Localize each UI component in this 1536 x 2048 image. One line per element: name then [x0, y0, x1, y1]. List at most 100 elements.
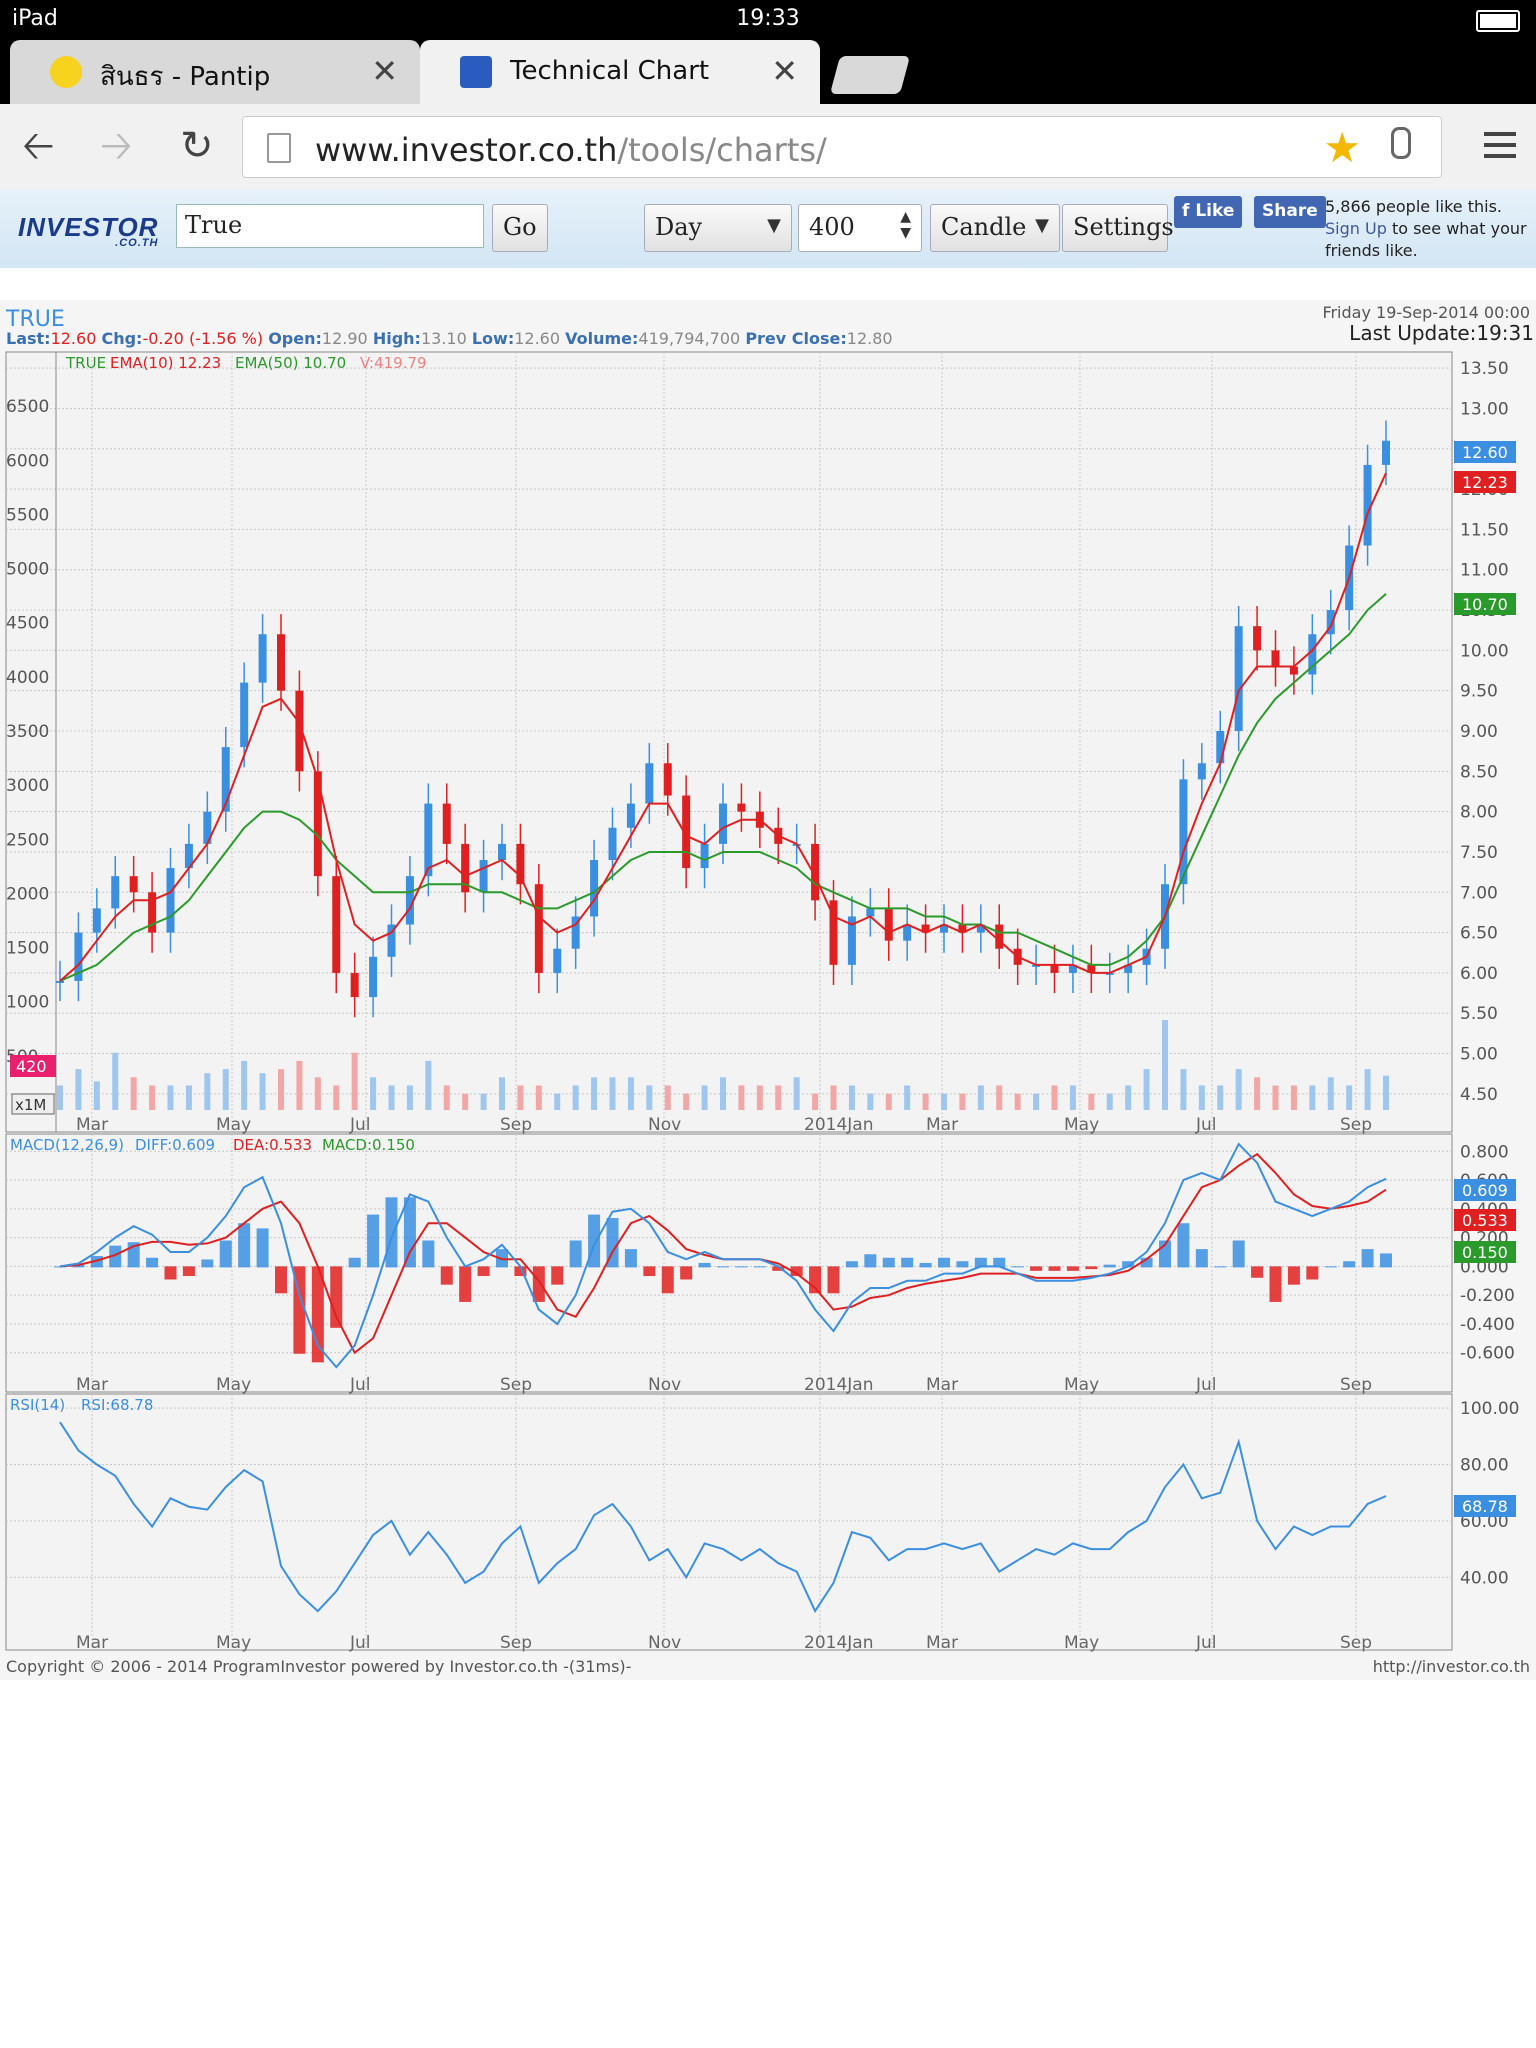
y-tick-label: 80.00 [1460, 1455, 1509, 1475]
go-button[interactable]: Go [492, 204, 548, 252]
candle-body [608, 827, 617, 861]
volume-bar [314, 1077, 321, 1110]
x-tick-label: Mar [926, 1633, 958, 1653]
macd-histogram-bar [164, 1266, 177, 1280]
x-tick-label: Sep [1340, 1633, 1372, 1653]
macd-histogram-bar [1177, 1223, 1190, 1268]
macd-panel[interactable]: Mar May Jul Sep Nov 2014Jan Mar May Jul Sep 0.800 0… [5, 1133, 1516, 1395]
volume-bar [296, 1060, 303, 1110]
reload-icon[interactable]: ↻ [180, 122, 214, 170]
footer-url[interactable]: http://investor.co.th [1373, 1657, 1530, 1676]
volume-bar [738, 1085, 745, 1110]
tab-pantip[interactable]: สินธร - Pantip ✕ [10, 40, 420, 104]
legend-entry: MACD:0.150 [322, 1136, 415, 1154]
y-tick-label: 4.50 [1460, 1085, 1498, 1105]
y-tick-label: 0.800 [1460, 1142, 1509, 1162]
y-tick-label: 8.50 [1460, 762, 1498, 782]
dropdown-arrow-icon: ▼ [1035, 215, 1049, 236]
candle-body [1197, 763, 1206, 780]
volume-bar [1383, 1075, 1389, 1110]
volume-tick-label: 3000 [6, 776, 49, 796]
volume-bar [204, 1073, 211, 1110]
chart-svg[interactable]: TRUE Last:12.60 Chg:-0.20 (-1.56 %) Open… [0, 300, 1536, 1680]
macd-histogram-bar [477, 1266, 490, 1277]
legend-entry: RSI(14) [10, 1396, 65, 1414]
bars-stepper[interactable]: 400 ▲ ▼ [798, 204, 922, 252]
x-tick-label: Sep [500, 1375, 532, 1395]
volume-bar [554, 1093, 561, 1110]
facebook-like-button[interactable]: f Like [1174, 196, 1243, 228]
symbol-input[interactable]: True [176, 204, 484, 248]
y-tick-label: 40.00 [1460, 1568, 1509, 1588]
macd-histogram-bar [1214, 1266, 1227, 1268]
x-tick-label: Jul [1195, 1375, 1217, 1395]
tab-technical-chart[interactable]: Technical Chart ✕ [420, 40, 820, 104]
close-tab-icon[interactable]: ✕ [771, 52, 798, 90]
candle-body [313, 771, 322, 877]
volume-bar [830, 1085, 837, 1110]
volume-bar [57, 1085, 63, 1110]
period-select[interactable]: Day ▼ [644, 204, 792, 252]
x-tick-label: May [1064, 1115, 1099, 1135]
price-panel[interactable]: Mar May Jul Sep Nov 2014Jan Mar May Jul Sep 13.50 1… [5, 351, 1516, 1135]
last-update: Last Update:19:31 [1349, 321, 1534, 345]
url-text[interactable]: www.investor.co.th/tools/charts/ [315, 131, 827, 169]
legend-entry: MACD(12,26,9) [10, 1136, 124, 1154]
facebook-signup-link[interactable]: Sign Up [1325, 219, 1387, 238]
panel-frame [5, 1393, 1453, 1651]
volume-tick-label: 2000 [6, 884, 49, 904]
close-tab-icon[interactable]: ✕ [371, 52, 398, 90]
x-tick-label: 2014Jan [804, 1115, 873, 1135]
volume-bar [1180, 1069, 1187, 1110]
candle-body [332, 876, 341, 973]
macd-histogram-bar [661, 1266, 674, 1294]
volume-bar [591, 1077, 598, 1110]
x-tick-label: Nov [648, 1375, 681, 1395]
volume-bar [1272, 1085, 1279, 1110]
rsi-panel[interactable]: Mar May Jul Sep Nov 2014Jan Mar May Jul Sep 100.00… [5, 1393, 1519, 1653]
candle-body [1382, 440, 1390, 465]
volume-bar [167, 1085, 174, 1110]
bookmark-star-icon[interactable]: ★ [1323, 123, 1361, 172]
stepper-arrows-icon[interactable]: ▲ ▼ [900, 209, 911, 241]
facebook-share-button[interactable]: Share [1254, 196, 1326, 228]
x-tick-label: Sep [500, 1633, 532, 1653]
candle-body [719, 803, 727, 844]
volume-bar [646, 1085, 653, 1110]
x-tick-label: May [1064, 1633, 1099, 1653]
candle-body [56, 980, 64, 983]
volume-bar [333, 1085, 340, 1110]
new-tab-button[interactable] [829, 56, 911, 94]
volume-tick-label: 6000 [6, 451, 49, 471]
investor-logo[interactable]: INVESTOR .CO.TH [18, 212, 158, 249]
candle-body [240, 682, 249, 748]
candle-body [1050, 964, 1059, 973]
macd-histogram-bar [1306, 1266, 1319, 1280]
macd-histogram-bar [643, 1266, 656, 1277]
legend-entry: EMA(10) 12.23 [110, 354, 221, 372]
macd-histogram-bar [1380, 1253, 1392, 1268]
legend-entry: RSI:68.78 [81, 1396, 153, 1414]
macd-histogram-bar [256, 1228, 269, 1268]
x-tick-label: Sep [1340, 1375, 1372, 1395]
bars-value: 400 [809, 213, 855, 241]
chart-type-select[interactable]: Candle ▼ [930, 204, 1060, 252]
back-arrow-icon[interactable]: 🡠 [22, 122, 54, 170]
volume-bar [977, 1085, 984, 1110]
y-tick-label: 7.00 [1460, 883, 1498, 903]
value-badge-label: 10.70 [1462, 595, 1508, 614]
x-tick-label: Jul [1195, 1633, 1217, 1653]
forward-arrow-icon[interactable]: 🡢 [100, 122, 132, 170]
address-bar[interactable]: www.investor.co.th/tools/charts/ ★ [242, 116, 1442, 178]
volume-bar [278, 1069, 284, 1110]
microphone-icon[interactable] [1391, 127, 1411, 159]
settings-button[interactable]: Settings [1062, 204, 1174, 252]
volume-bar [793, 1077, 800, 1110]
macd-histogram-bar [403, 1197, 416, 1268]
volume-bar [149, 1085, 156, 1110]
macd-histogram-bar [1048, 1266, 1061, 1271]
y-tick-label: 6.00 [1460, 964, 1498, 984]
facebook-like-text: 5,866 people like this. Sign Up to see w… [1325, 197, 1527, 260]
menu-icon[interactable] [1484, 132, 1516, 165]
candle-body [277, 634, 285, 691]
